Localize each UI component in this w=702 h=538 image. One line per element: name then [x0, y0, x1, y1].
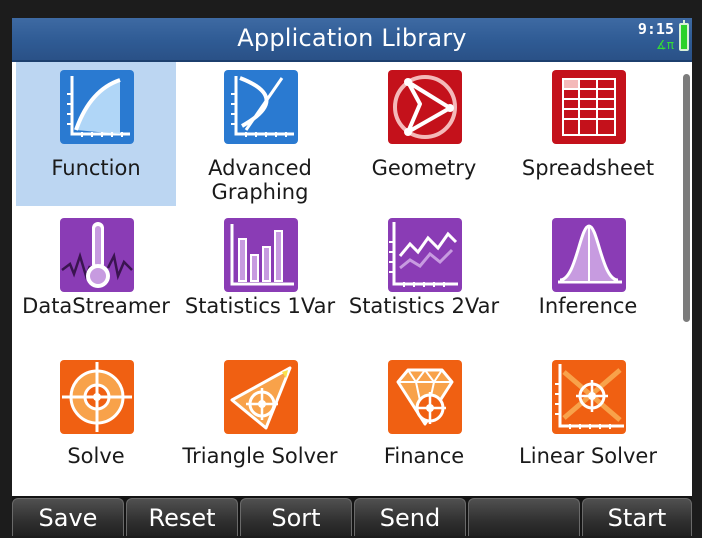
solve-app-icon [60, 360, 134, 434]
app-finance[interactable]: Finance [344, 352, 504, 488]
battery-icon [679, 20, 689, 51]
app-label: Linear Solver [519, 444, 657, 468]
app-label: Triangle Solver [182, 444, 338, 468]
angle-mode-indicator: ∡π [656, 38, 674, 52]
app-label: Solve [67, 444, 125, 468]
save-softkey[interactable]: Save [12, 498, 124, 536]
app-triangle-solver[interactable]: Triangle Solver [180, 352, 340, 488]
app-label: Inference [538, 294, 638, 318]
calculator-screen: Application Library 9:15 ∡π Function Adv… [12, 18, 692, 536]
statistics-1var-app-icon [224, 218, 298, 292]
app-label: Geometry [371, 156, 477, 180]
clock: 9:15 [637, 20, 674, 38]
app-label: Function [51, 156, 141, 180]
app-datastreamer[interactable]: DataStreamer [16, 210, 176, 334]
linear-solver-app-icon [552, 360, 626, 434]
send-softkey[interactable]: Send [354, 498, 466, 536]
softkey-menu: Save Reset Sort Send Start [12, 496, 692, 536]
empty-softkey[interactable] [468, 498, 580, 536]
app-label: Finance [383, 444, 465, 468]
title-bar: Application Library 9:15 ∡π [12, 18, 692, 62]
page-title: Application Library [237, 24, 467, 52]
finance-app-icon [388, 360, 462, 434]
inference-app-icon [552, 218, 626, 292]
app-label-line1: Advanced [208, 156, 312, 180]
spreadsheet-app-icon [552, 70, 626, 144]
app-label-line2: Graphing [211, 180, 309, 204]
app-linear-solver[interactable]: Linear Solver [508, 352, 668, 488]
app-advanced-graphing[interactable]: Advanced Graphing [180, 62, 340, 206]
statistics-2var-app-icon [388, 218, 462, 292]
app-statistics-2var[interactable]: Statistics 2Var [344, 210, 504, 334]
app-solve[interactable]: Solve [16, 352, 176, 488]
scrollbar[interactable] [683, 74, 690, 322]
app-spreadsheet[interactable]: Spreadsheet [508, 62, 668, 206]
app-inference[interactable]: Inference [508, 210, 668, 334]
datastreamer-app-icon [60, 218, 134, 292]
app-grid: Function Advanced Graphing Geometry Spre… [12, 62, 682, 496]
app-function[interactable]: Function [16, 62, 176, 206]
app-label: Spreadsheet [521, 156, 655, 180]
reset-softkey[interactable]: Reset [126, 498, 238, 536]
sort-softkey[interactable]: Sort [240, 498, 352, 536]
app-label: DataStreamer [22, 294, 170, 318]
advanced-graphing-app-icon [224, 70, 298, 144]
app-label: Statistics 2Var [348, 294, 500, 318]
app-statistics-1var[interactable]: Statistics 1Var [180, 210, 340, 334]
function-app-icon [60, 70, 134, 144]
app-label: Statistics 1Var [184, 294, 336, 318]
triangle-solver-app-icon [224, 360, 298, 434]
geometry-app-icon [388, 70, 462, 144]
start-softkey[interactable]: Start [582, 498, 692, 536]
app-geometry[interactable]: Geometry [344, 62, 504, 206]
